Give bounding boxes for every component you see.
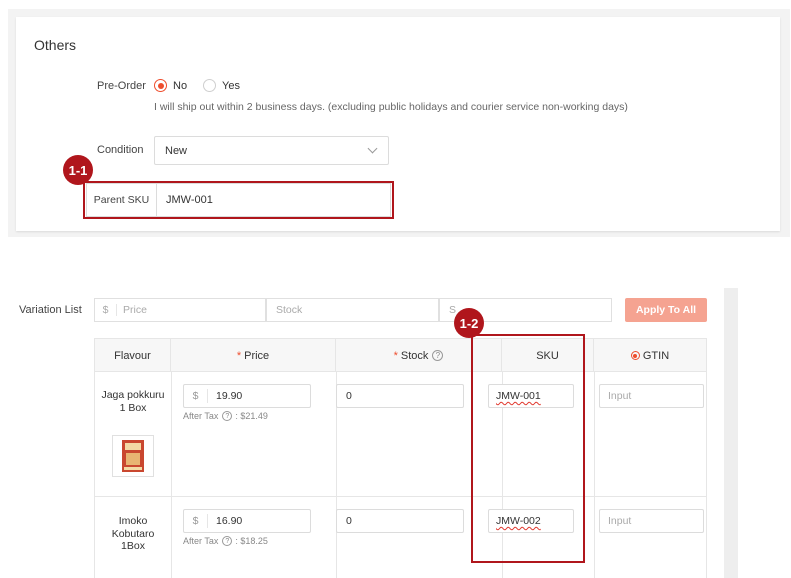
table-divider — [171, 372, 172, 578]
condition-value: New — [165, 144, 188, 157]
table-row-divider — [95, 496, 706, 497]
batch-sku-placeholder: S — [449, 304, 457, 316]
condition-select[interactable]: New — [154, 136, 389, 165]
help-icon[interactable]: ? — [222, 536, 233, 546]
gtin-input[interactable]: Input — [599, 509, 704, 533]
help-icon[interactable]: ? — [432, 350, 444, 361]
after-tax-price: After Tax?: $18.25 — [183, 536, 268, 546]
variation-table: Flavour * Price * Stock? SKU GTIN Jaga pok… — [94, 338, 707, 578]
flavour-name: Jaga pokkuru 1 Box — [101, 389, 165, 414]
column-header-gtin: GTIN — [594, 339, 706, 372]
preorder-label: Pre-Order — [97, 80, 146, 92]
annotation-badge-1-2: 1-2 — [454, 308, 484, 338]
batch-price-placeholder: Price — [123, 304, 147, 316]
apply-to-all-button[interactable]: Apply To All — [625, 298, 707, 322]
price-input[interactable]: $ 19.90 — [183, 384, 311, 408]
stock-input[interactable]: 0 — [336, 509, 464, 533]
radio-checked-icon — [154, 79, 167, 92]
batch-price-input[interactable]: $ Price — [94, 298, 266, 322]
after-tax-price: After Tax?: $21.49 — [183, 411, 268, 421]
table-divider — [594, 372, 595, 578]
annotation-box-1-2 — [471, 334, 585, 563]
batch-stock-input[interactable]: Stock — [266, 298, 439, 322]
variation-list-label: Variation List — [19, 304, 82, 316]
radio-unchecked-icon — [203, 79, 216, 92]
right-scroll-strip — [724, 288, 738, 578]
others-title: Others — [34, 37, 77, 53]
chevron-down-icon — [367, 143, 378, 154]
batch-stock-placeholder: Stock — [276, 304, 303, 316]
preorder-no-label: No — [173, 79, 188, 92]
flavour-name: Imoko Kobutaro 1Box — [111, 515, 155, 552]
column-header-flavour: Flavour — [95, 339, 171, 372]
help-icon[interactable]: ? — [222, 411, 233, 421]
preorder-yes-label: Yes — [222, 79, 240, 92]
product-box-image — [122, 440, 144, 472]
required-dot-icon — [630, 351, 640, 360]
annotation-badge-1-1: 1-1 — [63, 155, 93, 185]
gtin-input[interactable]: Input — [599, 384, 704, 408]
currency-prefix: $ — [95, 304, 117, 316]
table-header: Flavour * Price * Stock? SKU GTIN — [95, 339, 706, 372]
preorder-help-text: I will ship out within 2 business days. … — [154, 101, 628, 113]
preorder-yes-radio[interactable]: Yes — [203, 79, 240, 92]
condition-label: Condition — [97, 144, 144, 156]
stock-input[interactable]: 0 — [336, 384, 464, 408]
annotation-box-1-1 — [83, 181, 394, 219]
preorder-no-radio[interactable]: No — [154, 79, 187, 92]
product-thumbnail[interactable] — [112, 435, 154, 477]
price-input[interactable]: $ 16.90 — [183, 509, 311, 533]
column-header-price: * Price — [171, 339, 336, 372]
